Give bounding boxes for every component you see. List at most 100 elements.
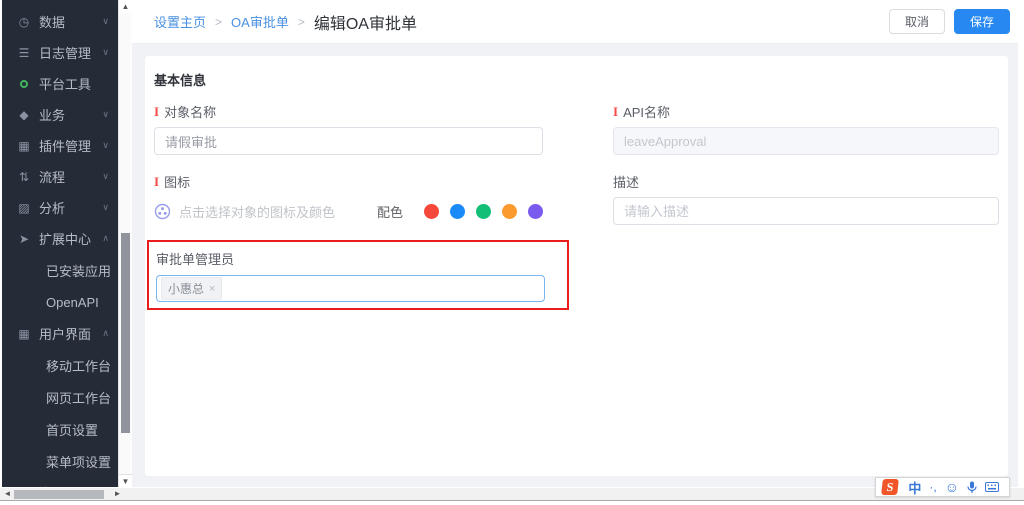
sidebar-item-openapi[interactable]: OpenAPI — [2, 286, 118, 318]
sidebar-item-plugin-management[interactable]: ▦ 插件管理 ∨ — [2, 130, 118, 161]
sidebar-item-platform-tools[interactable]: 平台工具 — [2, 68, 118, 99]
circle-teal-icon — [16, 486, 32, 488]
ime-toolbar: S 中 ·, ☺ — [875, 477, 1010, 497]
icon-picker[interactable]: 点击选择对象的图标及颜色 — [154, 202, 335, 221]
emoji-icon[interactable]: ☺ — [945, 479, 959, 495]
sidebar-item-label: 网页工作台 — [46, 388, 111, 407]
palette-color-dot[interactable] — [450, 204, 465, 219]
palette-color-dot[interactable] — [528, 204, 543, 219]
scroll-up-arrow[interactable]: ▲ — [119, 0, 132, 13]
description-input[interactable] — [613, 197, 999, 225]
sidebar-item-label: 首页设置 — [46, 420, 98, 439]
required-marker: I — [154, 174, 159, 190]
sidebar-item-user-interface[interactable]: ▦ 用户界面 ∧ — [2, 318, 118, 349]
sidebar-item-analysis[interactable]: ▨ 分析 ∨ — [2, 192, 118, 223]
sidebar-item-mobile-workbench[interactable]: 移动工作台 — [2, 349, 118, 381]
scroll-right-arrow[interactable]: ► — [111, 488, 124, 500]
icon-picker-hint: 点击选择对象的图标及颜色 — [179, 202, 335, 221]
sidebar-item-log-management[interactable]: ☰ 日志管理 ∨ — [2, 37, 118, 68]
section-title: 基本信息 — [154, 70, 998, 89]
microphone-icon[interactable] — [967, 481, 977, 494]
breadcrumb-settings-home[interactable]: 设置主页 — [154, 12, 206, 31]
horizontal-scrollbar: ◄ ► — [0, 488, 1024, 501]
sidebar-item-data[interactable]: ◷ 数据 ∨ — [2, 6, 118, 37]
chevron-up-icon: ∧ — [102, 328, 109, 339]
sidebar-item-label: 分析 — [39, 198, 65, 217]
sogou-logo-icon[interactable]: S — [882, 479, 900, 495]
main-content: 设置主页 > OA审批单 > 编辑OA审批单 取消 保存 基本信息 I 对象名称 — [132, 0, 1018, 487]
punctuation-icon[interactable]: ·, — [929, 480, 936, 494]
annotation-highlight: 审批单管理员 小惠总 × — [147, 240, 569, 310]
palette-color-dot[interactable] — [476, 204, 491, 219]
save-button[interactable]: 保存 — [954, 9, 1010, 34]
palette-color-dot[interactable] — [424, 204, 439, 219]
chevron-down-icon: ∨ — [102, 47, 109, 58]
chevron-down-icon: ∨ — [102, 202, 109, 213]
scroll-down-arrow[interactable]: ▼ — [119, 474, 132, 487]
page-body: 基本信息 I 对象名称 I API名称 — [132, 44, 1018, 487]
circle-green-icon — [16, 77, 32, 91]
field-object-name: I 对象名称 — [154, 102, 543, 155]
breadcrumb-oa-approval[interactable]: OA审批单 — [231, 12, 289, 31]
sidebar-item-label: 插件管理 — [39, 136, 91, 155]
sidebar-item-label: 日志管理 — [39, 43, 91, 62]
sidebar-item-label: 移动工作台 — [46, 356, 111, 375]
palette-color-dot[interactable] — [502, 204, 517, 219]
scrollbar-thumb[interactable] — [14, 490, 104, 499]
sidebar-item-menu-settings[interactable]: 菜单项设置 — [2, 445, 118, 477]
api-name-input — [613, 127, 999, 155]
app-window: ◷ 数据 ∨ ☰ 日志管理 ∨ 平台工具 ◆ 业务 ∨ ▦ 插件管理 ∨ ⇅ 流… — [0, 0, 1024, 505]
color-wheel-icon — [154, 203, 171, 220]
sidebar-item-label: 已安装应用 — [46, 261, 111, 280]
required-marker: I — [154, 104, 159, 120]
field-icon: I 图标 点击选择对象的图标及颜色 — [154, 172, 543, 225]
scrollbar-thumb[interactable] — [121, 233, 130, 433]
sidebar-item-label: 菜单项设置 — [46, 452, 111, 471]
keyboard-icon[interactable] — [985, 482, 999, 492]
color-palette: 配色 — [377, 202, 543, 221]
breadcrumb-bar: 设置主页 > OA审批单 > 编辑OA审批单 取消 保存 — [132, 0, 1018, 44]
chinese-mode-icon[interactable]: 中 — [908, 478, 921, 497]
rocket-icon: ➤ — [16, 232, 32, 246]
field-description: 描述 — [613, 172, 999, 225]
api-name-label: API名称 — [623, 102, 670, 121]
admin-select-input[interactable]: 小惠总 × — [156, 275, 545, 302]
icon-label: 图标 — [164, 172, 190, 191]
object-name-input[interactable] — [154, 127, 543, 155]
chevron-down-icon: ∨ — [102, 171, 109, 182]
sidebar-item-label: 扩展中心 — [39, 229, 91, 248]
tag-text: 小惠总 — [168, 280, 204, 297]
grid-icon: ▦ — [16, 327, 32, 341]
field-api-name: I API名称 — [613, 102, 999, 155]
sidebar-item-label: 流程 — [39, 167, 65, 186]
list-icon: ☰ — [16, 46, 32, 60]
sidebar-item-label: 平台工具 — [39, 74, 91, 93]
scroll-left-arrow[interactable]: ◄ — [1, 488, 14, 500]
grid-icon: ▦ — [16, 139, 32, 153]
chevron-down-icon: ∨ — [102, 140, 109, 151]
form-card: 基本信息 I 对象名称 I API名称 — [145, 56, 1008, 476]
sidebar-item-installed-apps[interactable]: 已安装应用 — [2, 254, 118, 286]
sidebar-item-homepage-settings[interactable]: 首页设置 — [2, 413, 118, 445]
sidebar-item-extension-center[interactable]: ➤ 扩展中心 ∧ — [2, 223, 118, 254]
sidebar-item-label: OpenAPI — [46, 295, 99, 310]
chevron-down-icon: ∨ — [102, 16, 109, 27]
chart-icon: ▨ — [16, 201, 32, 215]
sidebar-item-label: 业务 — [39, 105, 65, 124]
page-title: 编辑OA审批单 — [314, 10, 417, 34]
sidebar-item-workflow[interactable]: ⇅ 流程 ∨ — [2, 161, 118, 192]
sidebar-item-enterprise[interactable]: 企业 — [2, 477, 118, 487]
chevron-down-icon: ∨ — [102, 109, 109, 120]
sidebar-item-label: 用户界面 — [39, 324, 91, 343]
admin-label: 审批单管理员 — [156, 249, 234, 268]
breadcrumb-separator: > — [215, 15, 222, 29]
cancel-button[interactable]: 取消 — [889, 9, 945, 34]
sidebar-item-label: 数据 — [39, 12, 65, 31]
clock-icon: ◷ — [16, 15, 32, 29]
tag-remove-icon[interactable]: × — [209, 283, 215, 295]
sidebar-item-business[interactable]: ◆ 业务 ∨ — [2, 99, 118, 130]
sidebar-item-web-workbench[interactable]: 网页工作台 — [2, 381, 118, 413]
selected-user-tag: 小惠总 × — [161, 277, 222, 300]
description-label: 描述 — [613, 172, 639, 191]
palette-label: 配色 — [377, 202, 403, 221]
